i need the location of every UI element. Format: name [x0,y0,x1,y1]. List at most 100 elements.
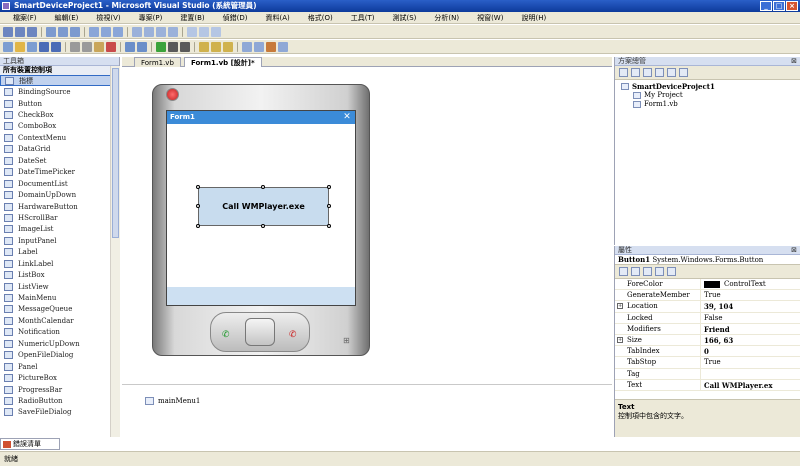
align-top-icon[interactable] [46,26,56,37]
delete-icon[interactable] [106,41,116,52]
save-all-icon[interactable] [51,41,61,52]
toolbox-item[interactable]: MainMenu [0,292,119,303]
menu-view[interactable]: 檢視(V) [87,13,129,23]
object-browser-icon[interactable] [278,41,288,52]
cut-icon[interactable] [70,41,80,52]
redo-icon[interactable] [137,41,147,52]
pin-icon[interactable]: ⊠ [791,246,797,255]
same-size-icon[interactable] [113,26,123,37]
align-left-icon[interactable] [3,26,13,37]
step-over-icon[interactable] [211,41,221,52]
align-center-icon[interactable] [15,26,25,37]
properties-icon[interactable] [254,41,264,52]
add-item-icon[interactable] [27,41,37,52]
property-row[interactable]: Locked False [615,312,800,324]
toolbox-item[interactable]: DataGrid [0,144,119,155]
tree-node-form1[interactable]: Form1.vb [621,100,800,109]
tray-component[interactable]: mainMenu1 [145,397,200,405]
form-title-bar[interactable]: Form1 ✕ [167,111,355,124]
form-menu-area[interactable] [167,287,355,305]
align-middle-icon[interactable] [58,26,68,37]
same-width-icon[interactable] [89,26,99,37]
categorized-icon[interactable] [619,267,628,276]
class-diagram-icon[interactable] [679,68,688,77]
menu-window[interactable]: 視窗(W) [468,13,512,23]
toolbox-icon[interactable] [266,41,276,52]
scrollbar-thumb[interactable] [112,68,119,238]
menu-debug[interactable]: 偵錯(D) [214,13,257,23]
toolbox-category[interactable]: 所有裝置控制項 [0,66,119,75]
property-value[interactable]: 39, 104 [700,301,800,312]
property-value[interactable]: ControlText [700,279,800,290]
toolbox-item[interactable]: MonthCalendar [0,315,119,326]
toolbox-item[interactable]: RadioButton [0,395,119,406]
property-row[interactable]: GenerateMember True [615,290,800,302]
error-list-tab[interactable]: 錯誤清單 [0,438,60,450]
tree-node-project[interactable]: SmartDeviceProject1 [621,82,800,91]
toolbox-item[interactable]: MessageQueue [0,304,119,315]
menu-tools[interactable]: 工具(T) [342,13,384,23]
solution-explorer-icon[interactable] [242,41,252,52]
refresh-icon[interactable] [643,68,652,77]
property-value[interactable]: 0 [700,346,800,357]
toolbox-item[interactable]: ProgressBar [0,384,119,395]
undo-icon[interactable] [125,41,135,52]
toolbox-item[interactable]: DocumentList [0,178,119,189]
start-debugging-icon[interactable] [156,41,166,52]
property-value[interactable]: False [700,312,800,323]
toolbox-item[interactable]: ComboBox [0,121,119,132]
toolbox-item[interactable]: HardwareButton [0,201,119,212]
menu-build[interactable]: 建置(B) [171,13,213,23]
tab-form1-code[interactable]: Form1.vb [134,57,181,67]
vertical-spacing-icon[interactable] [144,26,154,37]
bring-to-front-icon[interactable] [187,26,197,37]
property-value[interactable]: 166, 63 [700,334,800,346]
expand-icon[interactable]: + [617,303,623,310]
toolbox-item[interactable]: HScrollBar [0,212,119,223]
step-out-icon[interactable] [223,41,233,52]
resize-handle[interactable] [327,185,331,189]
resize-handle[interactable] [261,185,265,189]
toolbox-item[interactable]: ContextMenu [0,132,119,143]
events-icon[interactable] [655,267,664,276]
property-value[interactable]: True [700,357,800,368]
save-icon[interactable] [39,41,49,52]
toolbox-item[interactable]: ImageList [0,224,119,235]
resize-handle[interactable] [327,224,331,228]
toolbox-item[interactable]: NumericUpDown [0,338,119,349]
menu-edit[interactable]: 編輯(E) [46,13,88,23]
toolbox-item[interactable]: InputPanel [0,235,119,246]
property-row[interactable]: Modifiers Friend [615,323,800,335]
toolbox-item[interactable]: Panel [0,361,119,372]
property-row[interactable]: Tag [615,368,800,380]
property-row[interactable]: + Size 166, 63 [615,334,800,347]
horizontal-spacing-icon[interactable] [132,26,142,37]
menu-format[interactable]: 格式(O) [299,13,342,23]
maximize-button[interactable]: □ [773,1,785,11]
toolbox-item[interactable]: ListView [0,281,119,292]
open-file-icon[interactable] [15,41,25,52]
menu-file[interactable]: 檔案(F) [4,13,46,23]
resize-handle[interactable] [196,224,200,228]
view-designer-icon[interactable] [667,68,676,77]
toolbox-item[interactable]: OpenFileDialog [0,350,119,361]
call-wmplayer-button[interactable]: Call WMPlayer.exe [198,187,329,226]
resize-handle[interactable] [196,185,200,189]
property-row[interactable]: + Location 39, 104 [615,301,800,313]
property-value[interactable]: Call WMPlayer.ex [700,379,800,390]
resize-handle[interactable] [196,204,200,208]
menu-project[interactable]: 專案(P) [130,13,172,23]
toolbox-item[interactable]: DateSet [0,155,119,166]
toolbox-item[interactable]: 指標 [0,75,119,87]
object-selector[interactable]: Button1 System.Windows.Forms.Button [615,255,800,265]
toolbox-item[interactable]: PictureBox [0,372,119,383]
paste-icon[interactable] [94,41,104,52]
toolbox-item[interactable]: CheckBox [0,109,119,120]
properties-view-icon[interactable] [643,267,652,276]
toolbox-item[interactable]: Label [0,247,119,258]
show-all-files-icon[interactable] [631,68,640,77]
property-row[interactable]: TabStop True [615,357,800,369]
minimize-button[interactable]: _ [760,1,772,11]
menu-help[interactable]: 說明(H) [512,13,555,23]
toolbox-item[interactable]: LinkLabel [0,258,119,269]
